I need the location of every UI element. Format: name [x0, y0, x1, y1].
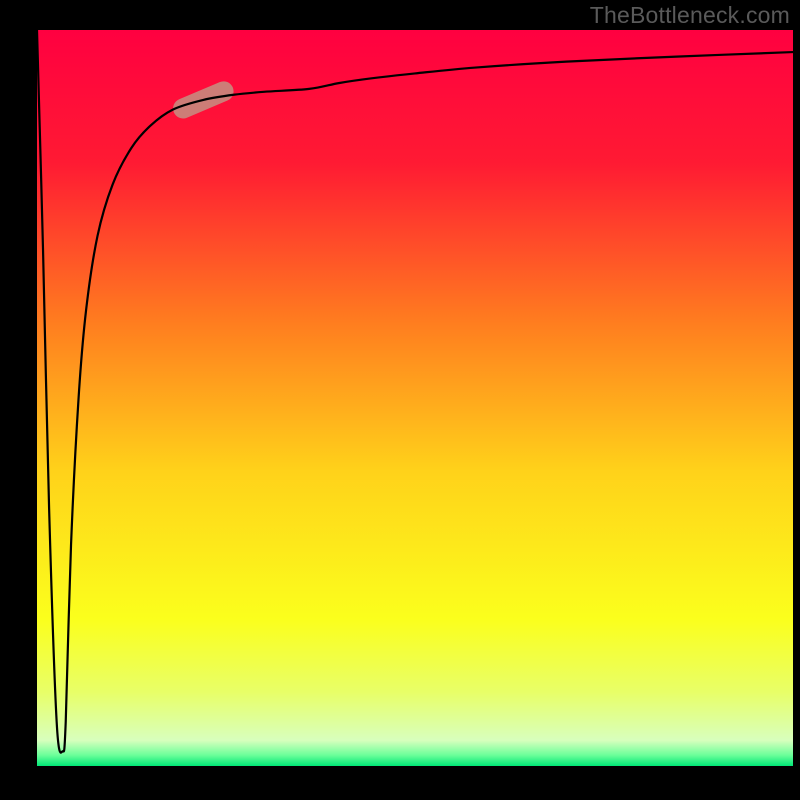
chart-container: TheBottleneck.com [0, 0, 800, 800]
attribution-label: TheBottleneck.com [590, 2, 790, 29]
bottleneck-chart [0, 0, 800, 800]
gradient-background [37, 30, 793, 766]
